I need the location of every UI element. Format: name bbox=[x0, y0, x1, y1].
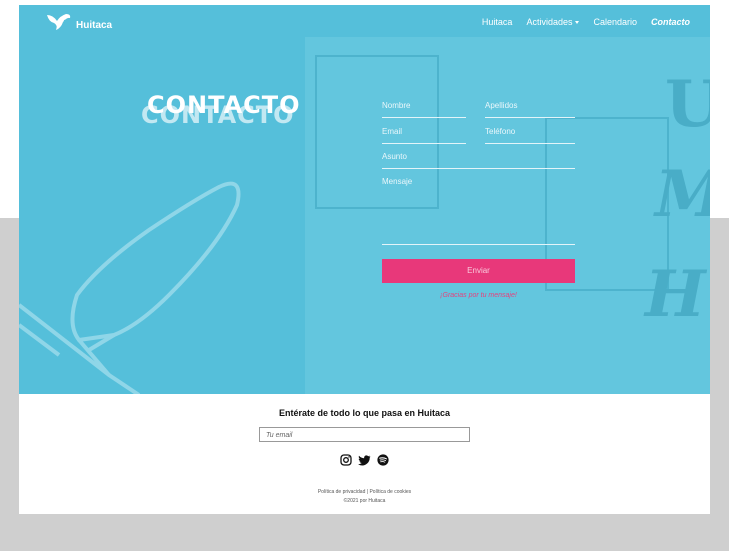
copyright-text: ©2021 por Huitaca bbox=[343, 498, 386, 504]
bg-letter: U bbox=[665, 67, 710, 142]
apellidos-field[interactable]: Apellidos bbox=[485, 101, 575, 118]
logo-text: Huitaca bbox=[76, 19, 113, 31]
field-underline bbox=[382, 117, 466, 118]
nav-item-actividades[interactable]: Actividades bbox=[526, 17, 580, 27]
thanks-message: ¡Gracias por tu mensaje! bbox=[440, 292, 517, 299]
logo[interactable]: Huitaca bbox=[46, 13, 112, 31]
newsletter-email-input[interactable]: Tu email bbox=[259, 427, 470, 442]
main-menu: Huitaca Actividades Calendario Contacto bbox=[482, 17, 690, 27]
footer: Entérate de todo lo que pasa en Huitaca … bbox=[19, 394, 710, 514]
asunto-placeholder: Asunto bbox=[382, 152, 407, 161]
nombre-field[interactable]: Nombre bbox=[382, 101, 466, 118]
bg-letter: M bbox=[655, 157, 710, 232]
nombre-placeholder: Nombre bbox=[382, 101, 411, 110]
mensaje-field[interactable]: Mensaje bbox=[382, 177, 575, 245]
field-underline bbox=[485, 143, 575, 144]
field-underline bbox=[485, 117, 575, 118]
privacy-link[interactable]: Política de privacidad bbox=[318, 489, 366, 495]
asunto-field[interactable]: Asunto bbox=[382, 152, 575, 169]
apellidos-placeholder: Apellidos bbox=[485, 101, 518, 110]
email-field[interactable]: Email bbox=[382, 127, 466, 144]
mensaje-placeholder: Mensaje bbox=[382, 177, 413, 186]
chevron-down-icon bbox=[575, 21, 580, 25]
twitter-icon[interactable] bbox=[358, 454, 371, 466]
instagram-icon[interactable] bbox=[340, 454, 352, 466]
page-title: CONTACTO bbox=[147, 91, 301, 119]
email-placeholder: Email bbox=[382, 127, 403, 136]
page: U M H Huitaca Huitaca Actividades Calend… bbox=[19, 5, 710, 514]
nav-item-contacto[interactable]: Contacto bbox=[651, 17, 690, 27]
nav-item-actividades-label: Actividades bbox=[526, 17, 573, 27]
hero-section: U M H Huitaca Huitaca Actividades Calend… bbox=[19, 5, 710, 394]
cookies-link[interactable]: Política de cookies bbox=[369, 489, 411, 495]
newsletter-title: Entérate de todo lo que pasa en Huitaca bbox=[278, 408, 451, 418]
field-underline bbox=[382, 143, 466, 144]
spotify-icon[interactable] bbox=[377, 454, 389, 466]
bg-letter: H bbox=[645, 257, 706, 332]
telefono-placeholder: Teléfono bbox=[485, 127, 516, 136]
nav-item-huitaca[interactable]: Huitaca bbox=[482, 17, 513, 27]
social-links bbox=[340, 454, 389, 466]
field-underline bbox=[382, 244, 575, 245]
legal-links: Política de privacidad | Política de coo… bbox=[317, 489, 412, 504]
brush-outline-graphic bbox=[19, 181, 241, 394]
field-underline bbox=[382, 168, 575, 169]
nav-item-calendario[interactable]: Calendario bbox=[593, 17, 637, 27]
telefono-field[interactable]: Teléfono bbox=[485, 127, 575, 144]
enviar-button[interactable]: Enviar bbox=[382, 259, 575, 283]
bird-logo-icon bbox=[47, 14, 71, 30]
top-navigation: Huitaca Huitaca Actividades Calendario C… bbox=[19, 5, 710, 39]
